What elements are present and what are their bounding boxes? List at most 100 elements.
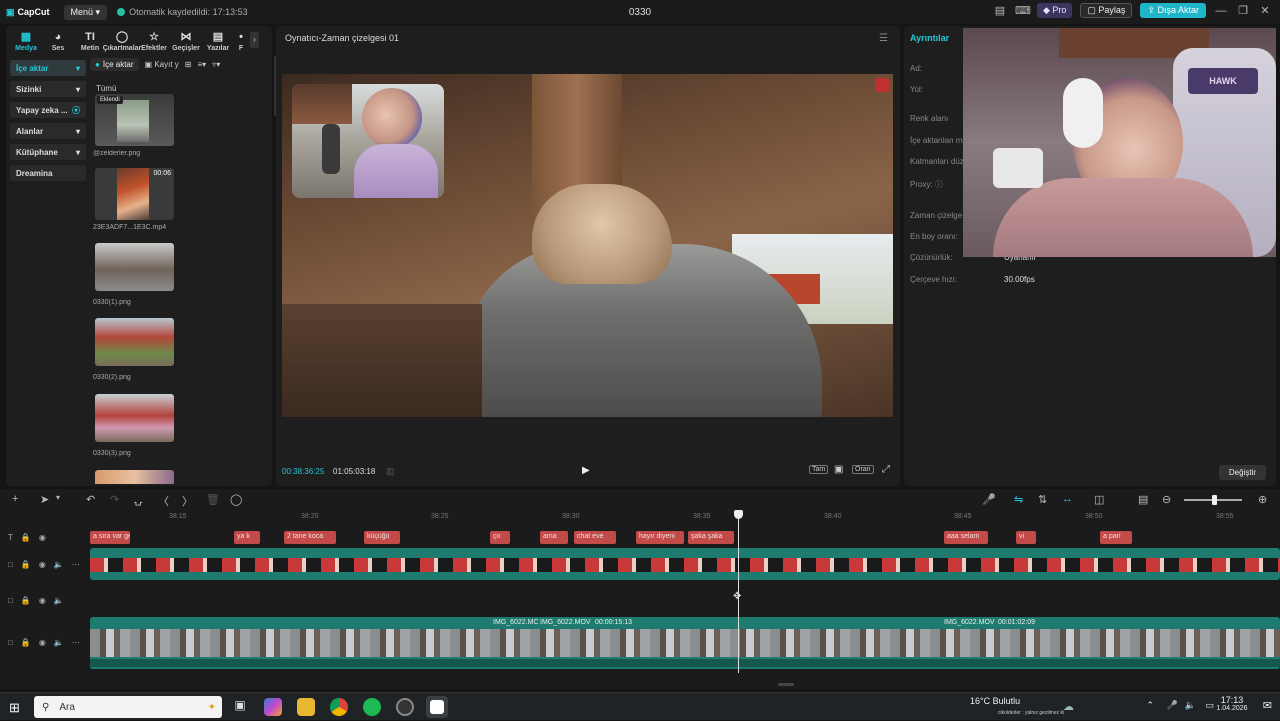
lock-icon[interactable]: 🔒	[21, 533, 31, 542]
lock-icon[interactable]: 🔒	[21, 560, 31, 569]
redo-icon[interactable]: ↷	[110, 493, 119, 506]
media-thumb-1[interactable]: Eklendi	[95, 94, 174, 146]
record-button[interactable]: ▣ Kayıt y	[145, 60, 179, 69]
timeline-ruler[interactable]: 38:15 38:20 38:25 38:30 38:35 38:40 38:4…	[90, 513, 1280, 525]
speaker-icon[interactable]: 🔈	[1185, 700, 1196, 711]
fullscreen-quality-button[interactable]: Tam	[809, 465, 829, 474]
more-icon[interactable]: ⋯	[72, 560, 80, 569]
maximize-icon[interactable]: ❐	[1236, 4, 1250, 17]
minimize-icon[interactable]: —	[1214, 5, 1228, 17]
eye-icon[interactable]: ◉	[39, 638, 46, 647]
volume-icon[interactable]: 🔈	[54, 596, 64, 605]
sidebar-item-library[interactable]: Kütüphane ▾	[10, 144, 86, 160]
tab-stickers[interactable]: ◯ Çıkartmalar	[103, 32, 142, 53]
import-button[interactable]: ● İçe aktar	[90, 57, 139, 71]
text-clip[interactable]: ya k	[234, 531, 260, 544]
shield-icon[interactable]: ◯	[230, 493, 242, 506]
sidebar-item-spaces[interactable]: Alanlar ▾	[10, 123, 86, 139]
text-clip[interactable]: 2 tane koca	[284, 531, 336, 544]
video-track-clip[interactable]: IMG_6022.MC IMG_6022.MOV 00:00:15:13 IMG…	[90, 617, 1280, 669]
notifications-icon[interactable]: ✉	[1263, 699, 1272, 712]
task-view-icon[interactable]: ▣	[231, 698, 249, 716]
tab-audio[interactable]: ◕ Ses	[42, 32, 74, 53]
weather-widget[interactable]: 16°C Bulutlu	[970, 696, 1120, 706]
sort-icon[interactable]: ≡▾	[197, 60, 206, 69]
menu-button[interactable]: Menü ▾	[63, 4, 108, 20]
keyboard-icon[interactable]: ⌨	[1015, 4, 1031, 17]
export-button[interactable]: ⇪ Dışa Aktar	[1140, 3, 1206, 18]
chevron-down-icon[interactable]: ▾	[56, 493, 60, 502]
pro-button[interactable]: ◆ Pro	[1036, 3, 1073, 18]
zoom-slider-handle[interactable]	[1212, 495, 1217, 505]
text-clip[interactable]: hayır diyeni	[636, 531, 684, 544]
windows-start-icon[interactable]: ⊞	[9, 700, 20, 716]
chevron-right-icon[interactable]: ›	[250, 32, 259, 48]
capcut-taskbar-icon[interactable]	[426, 696, 448, 718]
tab-effects[interactable]: ☆ Efektler	[138, 32, 170, 53]
text-clip[interactable]: ço	[490, 531, 510, 544]
text-clip[interactable]: şaka şaka	[688, 531, 734, 544]
text-clip[interactable]: chat eve	[574, 531, 616, 544]
lock-icon[interactable]: 🔒	[21, 638, 31, 647]
trim-right-icon[interactable]: 〉	[182, 493, 193, 509]
text-clip[interactable]: küçüğü	[364, 531, 400, 544]
taskbar-search[interactable]: ⚲ Ara ✦	[34, 696, 222, 718]
magnet-icon[interactable]: ↔	[1062, 493, 1073, 505]
tray-chevron-icon[interactable]: ⌃	[1146, 700, 1154, 711]
lock-icon[interactable]: 🔒	[21, 596, 31, 605]
playhead-handle[interactable]	[734, 510, 743, 519]
crop-icon[interactable]: ▣	[834, 464, 843, 475]
zoom-out-icon[interactable]: ⊖	[1162, 493, 1171, 506]
media-thumb-3[interactable]	[95, 243, 174, 291]
menu-icon[interactable]: ☰	[879, 33, 888, 44]
text-clip[interactable]: ama	[540, 531, 568, 544]
eye-icon[interactable]: ◉	[39, 533, 46, 542]
battery-icon[interactable]: ▭	[1205, 700, 1214, 711]
microphone-icon[interactable]: 🎤	[982, 493, 996, 506]
more-icon[interactable]: ⋯	[72, 638, 80, 647]
link-icon[interactable]: ⇋	[1014, 493, 1023, 506]
sidebar-item-import[interactable]: İçe aktar ▾	[10, 60, 86, 76]
pip-overlay[interactable]	[292, 84, 444, 198]
ratio-icon[interactable]: ▤	[1138, 493, 1148, 506]
zoom-in-icon[interactable]: ⊕	[1258, 493, 1267, 506]
chrome-icon[interactable]	[330, 698, 348, 716]
microphone-tray-icon[interactable]: 🎤	[1167, 700, 1178, 711]
tab-transitions[interactable]: ⋈ Geçişler	[170, 32, 202, 53]
sticker-track-clip[interactable]	[90, 548, 1280, 580]
eye-icon[interactable]: ◉	[39, 560, 46, 569]
text-clip[interactable]: aaa selam	[944, 531, 988, 544]
close-icon[interactable]: ✕	[1258, 4, 1272, 17]
split-icon[interactable]: ⍽	[134, 493, 142, 506]
add-track-icon[interactable]: +	[12, 493, 18, 505]
spotify-icon[interactable]	[363, 698, 381, 716]
filter-all-label[interactable]: Tümü	[96, 84, 270, 93]
media-thumb-5[interactable]	[95, 394, 174, 442]
media-thumb-6[interactable]	[95, 470, 174, 484]
change-button[interactable]: Değiştir	[1218, 465, 1266, 480]
share-button[interactable]: ▢ Paylaş	[1080, 3, 1133, 18]
tab-media[interactable]: ▩ Medya	[10, 32, 42, 53]
text-clip[interactable]: a pari	[1100, 531, 1132, 544]
ratio-button[interactable]: Oran	[852, 465, 874, 474]
text-clip[interactable]: a sıra var ge	[90, 531, 130, 544]
filter-icon[interactable]: ▿▾	[212, 60, 220, 69]
sidebar-item-dreamina[interactable]: Dreamina	[10, 165, 86, 181]
play-button[interactable]: ▶	[582, 465, 590, 476]
expand-icon[interactable]: ⤢	[882, 464, 890, 475]
volume-icon[interactable]: 🔈	[54, 560, 64, 569]
media-thumb-2[interactable]: 00:06	[95, 168, 174, 220]
select-tool-icon[interactable]: ➤	[40, 493, 49, 506]
media-thumb-4[interactable]	[95, 318, 174, 366]
delete-icon[interactable]: 🗑	[206, 493, 220, 506]
obs-icon[interactable]	[396, 698, 414, 716]
snap-icon[interactable]: ⇅	[1038, 493, 1047, 506]
clock[interactable]: 17:13 1.04.2026	[1214, 695, 1250, 712]
trim-left-icon[interactable]: 〈	[158, 493, 169, 509]
text-clip[interactable]: vi	[1016, 531, 1036, 544]
tab-text[interactable]: TI Metin	[74, 32, 106, 53]
sidebar-item-yours[interactable]: Sizinki ▾	[10, 81, 86, 97]
sidebar-item-ai[interactable]: Yapay zeka ... ⦿	[10, 102, 86, 118]
video-preview[interactable]	[282, 74, 893, 417]
grid-view-icon[interactable]: ⊞	[185, 60, 192, 69]
